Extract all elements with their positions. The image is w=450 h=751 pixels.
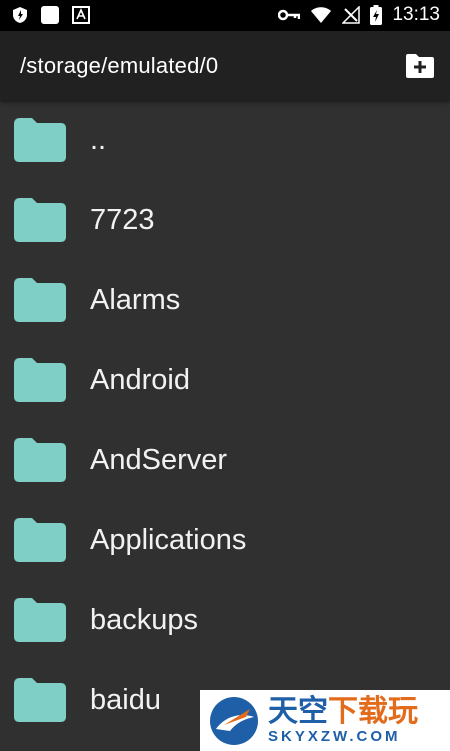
site-watermark: 天空下载玩 SKYXZW.COM (200, 690, 450, 751)
folder-icon (14, 598, 66, 642)
folder-icon (14, 438, 66, 482)
folder-icon (14, 358, 66, 402)
no-signal-icon (342, 6, 361, 24)
status-time: 13:13 (392, 4, 440, 25)
list-item-label: 7723 (90, 203, 155, 236)
watermark-text: 天空下载玩 SKYXZW.COM (268, 696, 418, 746)
list-item-label: Alarms (90, 283, 181, 316)
list-item-label: backups (90, 603, 199, 636)
list-item-label: Applications (90, 523, 247, 556)
folder-icon (14, 518, 66, 562)
list-item-alarms[interactable]: Alarms (0, 260, 450, 340)
status-right: 13:13 (278, 4, 440, 26)
current-path: /storage/emulated/0 (20, 53, 219, 78)
square-icon (41, 6, 59, 24)
battery-charging-icon (370, 5, 383, 25)
list-item-label: .. (90, 123, 107, 156)
watermark-title-part1: 天空 (268, 694, 328, 729)
app-bar: /storage/emulated/0 (0, 31, 450, 100)
list-item-7723[interactable]: 7723 (0, 180, 450, 260)
list-item-applications[interactable]: Applications (0, 500, 450, 580)
file-list: .. 7723 Alarms Android AndServer Applica… (0, 100, 450, 740)
folder-icon (14, 118, 66, 162)
list-item-android[interactable]: Android (0, 340, 450, 420)
watermark-title: 天空下载玩 (268, 696, 418, 728)
list-item-label: Android (90, 363, 190, 396)
shield-icon (13, 7, 27, 23)
list-item-label: AndServer (90, 443, 228, 476)
watermark-subtitle: SKYXZW.COM (268, 728, 401, 745)
folder-icon (14, 198, 66, 242)
folder-icon (14, 278, 66, 322)
wifi-icon (311, 7, 332, 23)
list-item-andserver[interactable]: AndServer (0, 420, 450, 500)
list-item-backups[interactable]: backups (0, 580, 450, 660)
status-left (12, 5, 90, 25)
status-bar: 13:13 (0, 0, 450, 31)
watermark-title-part2: 下载玩 (328, 694, 418, 729)
list-item-parent[interactable]: .. (0, 100, 450, 180)
folder-icon (14, 678, 66, 722)
new-folder-icon[interactable] (404, 51, 436, 81)
list-item-label: baidu (90, 683, 161, 716)
font-icon (72, 6, 90, 24)
watermark-logo-icon (210, 696, 258, 745)
key-icon (278, 9, 301, 21)
